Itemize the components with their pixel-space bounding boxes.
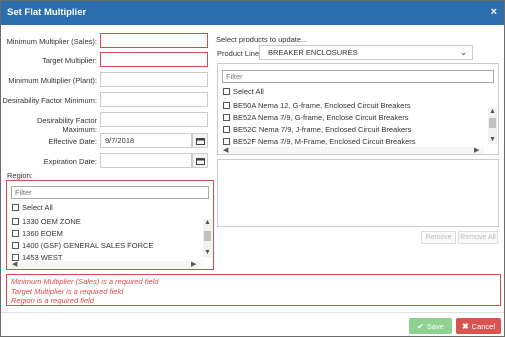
scroll-up-icon[interactable]: ▲ <box>489 108 496 115</box>
cancel-button-label: Cancel <box>471 321 496 331</box>
calendar-icon <box>196 138 205 145</box>
product-line-select[interactable]: BREAKER ENCLOSURES ⌄ <box>259 45 473 60</box>
region-label: Region: <box>7 171 33 180</box>
scroll-right-icon[interactable]: ▶ <box>474 147 479 154</box>
region-select-all[interactable]: Select All <box>12 202 53 212</box>
min-multiplier-plant-label: Minimum Multiplier (Plant): <box>8 76 97 85</box>
list-item-label: BE52C Nema 7/9, J-frame, Enclosed Circui… <box>233 124 412 134</box>
remove-button[interactable]: Remove <box>421 231 456 244</box>
list-item[interactable]: BE52C Nema 7/9, J-frame, Enclosed Circui… <box>223 124 411 134</box>
products-listbox: Select All BE50A Nema 12, G-frame, Enclo… <box>217 63 499 155</box>
min-multiplier-sales-label: Minimum Multiplier (Sales): <box>6 37 97 46</box>
checkbox[interactable] <box>12 203 19 211</box>
scroll-left-icon[interactable]: ◀ <box>223 147 228 154</box>
close-icon[interactable]: × <box>491 6 497 18</box>
product-line-label: Product Line: <box>217 49 262 58</box>
products-select-all[interactable]: Select All <box>223 86 264 96</box>
scroll-down-icon[interactable]: ▼ <box>489 136 496 143</box>
checkbox[interactable] <box>12 241 19 249</box>
desirability-max-input[interactable] <box>100 112 208 127</box>
list-item-label: 1400 (GSF) GENERAL SALES FORCE <box>22 240 154 250</box>
products-horizontal-scrollbar[interactable]: ◀ ▶ <box>222 147 484 154</box>
products-select-all-label: Select All <box>233 86 264 96</box>
scroll-right-icon[interactable]: ▶ <box>191 261 196 268</box>
effective-date-calendar-button[interactable] <box>192 133 208 148</box>
list-item-label: BE50A Nema 12, G-frame, Enclosed Circuit… <box>233 100 411 110</box>
scroll-down-icon[interactable]: ▼ <box>204 249 211 256</box>
expiration-date-input[interactable] <box>100 153 192 168</box>
region-select-all-label: Select All <box>22 202 53 212</box>
desirability-min-input[interactable] <box>100 92 208 107</box>
expiration-date-label: Expiration Date: <box>43 157 97 166</box>
save-button-label: Save <box>426 321 444 331</box>
error-message: Minimum Multiplier (Sales) is a required… <box>11 277 159 286</box>
products-filter-input[interactable] <box>222 70 494 83</box>
remove-all-button[interactable]: Remove All <box>458 231 498 244</box>
expiration-date-calendar-button[interactable] <box>192 153 208 168</box>
validation-errors: Minimum Multiplier (Sales) is a required… <box>6 274 501 306</box>
scrollbar-thumb[interactable] <box>204 231 211 241</box>
region-horizontal-scrollbar[interactable]: ◀ ▶ <box>11 261 201 269</box>
dialog-titlebar: Set Flat Multiplier × <box>1 1 504 25</box>
products-heading: Select products to update... <box>216 35 308 44</box>
effective-date-label: Effective Date: <box>48 137 97 146</box>
target-multiplier-label: Target Multiplier: <box>41 56 97 65</box>
scrollbar-thumb[interactable] <box>489 118 496 128</box>
checkbox[interactable] <box>223 101 230 109</box>
selected-products-box <box>217 159 499 227</box>
save-button[interactable]: ✔ Save <box>409 318 452 334</box>
list-item[interactable]: BE52A Nema 7/9, G-frame, Enclose Circuit… <box>223 112 409 122</box>
checkbox[interactable] <box>12 217 19 225</box>
effective-date-input[interactable] <box>100 133 192 148</box>
chevron-down-icon: ⌄ <box>460 48 467 57</box>
checkbox[interactable] <box>223 113 230 121</box>
scroll-left-icon[interactable]: ◀ <box>12 261 17 268</box>
error-message: Target Multiplier is a required field <box>11 286 124 296</box>
list-item[interactable]: BE52F Nema 7/9, M-Frame, Enclosed Circui… <box>223 136 416 146</box>
checkbox[interactable] <box>12 253 19 261</box>
desirability-min-label: Desirability Factor Minimum: <box>2 96 97 105</box>
check-icon: ✔ <box>417 321 424 331</box>
list-item-label: BE52A Nema 7/9, G-frame, Enclose Circuit… <box>233 112 409 122</box>
region-listbox: Select All 1330 OEM ZONE 1360 EOEM 1400 … <box>6 180 214 270</box>
checkbox[interactable] <box>12 229 19 237</box>
desirability-max-label: Desirability Factor Maximum: <box>36 116 97 134</box>
list-item[interactable]: 1360 EOEM <box>12 228 63 238</box>
calendar-icon <box>196 158 205 165</box>
min-multiplier-plant-input[interactable] <box>100 72 208 87</box>
checkbox[interactable] <box>223 87 230 95</box>
region-vertical-scrollbar[interactable]: ▲ ▼ <box>203 219 212 257</box>
footer-divider <box>1 312 504 313</box>
error-message: Region is a required field <box>11 296 94 305</box>
region-filter-input[interactable] <box>11 186 209 199</box>
list-item[interactable]: 1330 OEM ZONE <box>12 216 81 226</box>
list-item-label: 1360 EOEM <box>22 228 63 238</box>
list-item[interactable]: BE50A Nema 12, G-frame, Enclosed Circuit… <box>223 100 411 110</box>
list-item-label: BE52F Nema 7/9, M-Frame, Enclosed Circui… <box>233 136 416 146</box>
list-item[interactable]: 1400 (GSF) GENERAL SALES FORCE <box>12 240 153 250</box>
cancel-button[interactable]: ✖ Cancel <box>456 318 501 334</box>
target-multiplier-input[interactable] <box>100 52 208 67</box>
close-icon: ✖ <box>461 321 469 331</box>
checkbox[interactable] <box>223 137 230 145</box>
scroll-up-icon[interactable]: ▲ <box>204 219 211 226</box>
min-multiplier-sales-input[interactable] <box>100 33 208 48</box>
dialog-title: Set Flat Multiplier <box>7 7 87 18</box>
checkbox[interactable] <box>223 125 230 133</box>
set-flat-multiplier-dialog: Set Flat Multiplier × Minimum Multiplier… <box>0 0 505 337</box>
product-line-value: BREAKER ENCLOSURES <box>268 48 358 57</box>
list-item-label: 1330 OEM ZONE <box>22 216 81 226</box>
products-vertical-scrollbar[interactable]: ▲ ▼ <box>488 108 497 144</box>
